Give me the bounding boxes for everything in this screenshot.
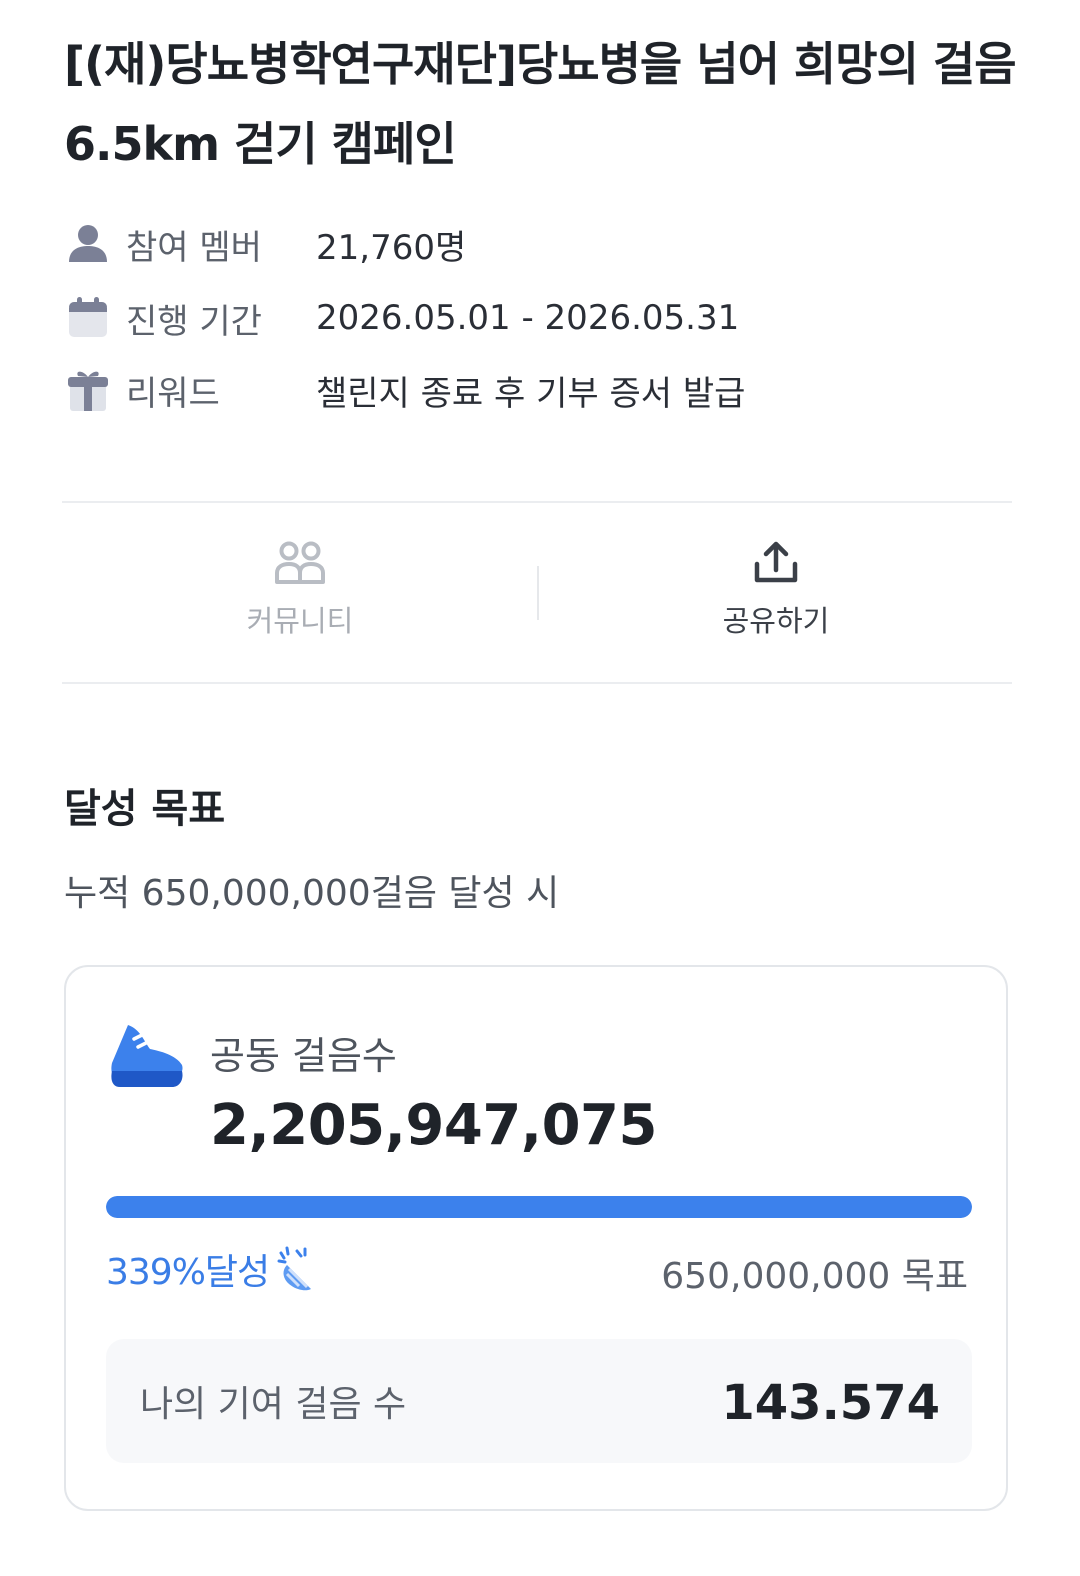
goal-target: 650,000,000 목표 (661, 1256, 968, 1297)
divider-top (62, 501, 1012, 503)
info-row-period: 진행 기간 2026.05.01 - 2026.05.31 (64, 290, 739, 346)
my-contribution-value: 143.574 (721, 1375, 940, 1431)
person-icon (64, 220, 112, 268)
share-label: 공유하기 (722, 604, 830, 638)
community-label: 커뮤니티 (246, 604, 354, 638)
achievement-percent-text: 339%달성 (106, 1252, 270, 1293)
share-button[interactable]: 공유하기 (656, 540, 896, 640)
goal-section-title: 달성 목표 (64, 786, 226, 832)
calendar-icon (64, 294, 112, 342)
period-value: 2026.05.01 - 2026.05.31 (316, 298, 740, 338)
divider-bottom (62, 682, 1012, 684)
share-icon (752, 540, 800, 590)
steps-label: 공동 걸음수 (210, 1034, 397, 1078)
achievement-percent: 339%달성 (106, 1243, 325, 1295)
reward-label: 리워드 (126, 373, 220, 414)
community-icon (274, 540, 326, 590)
community-button[interactable]: 커뮤니티 (180, 540, 420, 640)
progress-bar (106, 1196, 972, 1218)
page-title: [(재)당뇨병학연구재단]당뇨병을 넘어 희망의 걸음 6.5km 걷기 캠페인 (64, 37, 1017, 171)
steps-card: 공동 걸음수 2,205,947,075 339%달성 650,000,000 … (64, 965, 1008, 1511)
my-contribution-box: 나의 기여 걸음 수 143.574 (106, 1339, 972, 1463)
action-separator (537, 566, 539, 620)
steps-value: 2,205,947,075 (210, 1093, 657, 1158)
progress-bar-fill (106, 1196, 972, 1218)
goal-section-subtitle: 누적 650,000,000걸음 달성 시 (64, 873, 560, 914)
party-popper-icon (277, 1246, 312, 1291)
reward-value: 챌린지 종료 후 기부 증서 발급 (316, 373, 746, 414)
gift-icon (64, 366, 112, 414)
my-contribution-label: 나의 기여 걸음 수 (140, 1384, 407, 1425)
members-value: 21,760명 (316, 227, 467, 268)
shoe-icon (106, 1021, 186, 1097)
period-label: 진행 기간 (126, 301, 262, 342)
members-label: 참여 멤버 (126, 227, 262, 268)
info-row-members: 참여 멤버 21,760명 (64, 216, 466, 272)
info-row-reward: 리워드 챌린지 종료 후 기부 증서 발급 (64, 362, 745, 418)
